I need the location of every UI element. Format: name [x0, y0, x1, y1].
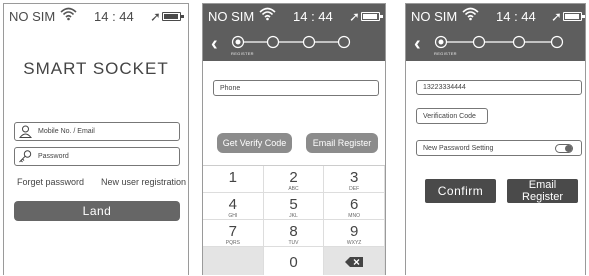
step-label: REGISTER: [434, 51, 457, 56]
app-title: SMART SOCKET: [23, 59, 169, 78]
user-icon: [18, 125, 32, 139]
key-5[interactable]: 5 JKL: [263, 193, 325, 220]
email-register-button[interactable]: Email Register: [507, 179, 578, 203]
back-arrow-icon[interactable]: ‹: [414, 33, 421, 56]
forget-password-link[interactable]: Forget password: [17, 177, 84, 187]
wifi-icon: [60, 7, 77, 24]
carrier-label: NO SIM: [208, 9, 255, 24]
step-4-dot: [550, 35, 564, 49]
step-3-dot: [302, 35, 316, 49]
phone-placeholder: Phone: [220, 84, 241, 92]
location-arrow-icon: ➚: [551, 9, 562, 24]
key-8[interactable]: 8 TUV: [263, 220, 325, 247]
get-verify-code-button[interactable]: Get Verify Code: [217, 133, 292, 153]
step-1-active: [438, 39, 444, 45]
phone-input[interactable]: 13223334444: [416, 80, 582, 95]
land-button[interactable]: Land: [14, 201, 180, 221]
status-bar: NO SIM 14 : 44 ➚: [406, 4, 585, 28]
step-2-dot: [266, 35, 280, 49]
key-2[interactable]: 2 ABC: [263, 166, 325, 193]
step-2-dot: [472, 35, 486, 49]
header-bar: ‹ REGISTER: [203, 28, 385, 61]
new-password-setting-label: New Password Setting: [423, 144, 494, 152]
new-user-registration-link[interactable]: New user registration: [101, 177, 186, 187]
key-4[interactable]: 4 GHI: [203, 193, 264, 220]
key-0[interactable]: 0: [264, 247, 325, 275]
carrier-label: NO SIM: [411, 9, 458, 24]
new-password-toggle[interactable]: [555, 144, 573, 153]
status-bar: NO SIM 14 : 44 ➚: [203, 4, 385, 28]
key-7[interactable]: 7 PQRS: [203, 220, 264, 247]
step-3-dot: [512, 35, 526, 49]
status-bar: NO SIM 14 : 44 ➚: [4, 4, 188, 28]
new-password-setting-row[interactable]: New Password Setting: [416, 140, 582, 156]
mobile-email-input[interactable]: Mobile No. / Email: [14, 122, 180, 141]
key-icon: [18, 150, 32, 164]
step-4-dot: [337, 35, 351, 49]
verification-code-input[interactable]: Verification Code: [416, 108, 488, 124]
verify-screen: NO SIM 14 : 44 ➚ ‹ REGISTER 13223334444 …: [405, 3, 586, 275]
back-arrow-icon[interactable]: ‹: [211, 33, 218, 56]
backspace-icon: [345, 256, 364, 267]
step-progress: [231, 35, 351, 49]
battery-icon: [162, 12, 184, 21]
key-blank: [203, 247, 264, 275]
location-arrow-icon: ➚: [150, 9, 161, 24]
location-arrow-icon: ➚: [349, 9, 360, 24]
battery-icon: [563, 12, 585, 21]
battery-icon: [361, 12, 383, 21]
login-screen: NO SIM 14 : 44 ➚ SMART SOCKET Mobile No.…: [3, 3, 189, 275]
clock: 14 : 44: [293, 9, 333, 24]
register-screen: NO SIM 14 : 44 ➚ ‹ REGISTER Phone Get Ve…: [202, 3, 386, 275]
confirm-button[interactable]: Confirm: [425, 179, 496, 203]
clock: 14 : 44: [94, 9, 134, 24]
wifi-icon: [462, 7, 479, 24]
step-1-active: [235, 39, 241, 45]
key-6[interactable]: 6 MNO: [324, 193, 385, 220]
phone-value: 13223334444: [423, 84, 466, 91]
numeric-keypad: 1 2 ABC 3 DEF 4 GHI 5 JKL 6 MNO 7 PQRS 8 TUV 9W…: [203, 165, 385, 275]
email-register-button[interactable]: Email Register: [306, 133, 378, 153]
key-3[interactable]: 3 DEF: [324, 166, 385, 193]
wifi-icon: [259, 7, 276, 24]
verification-code-placeholder: Verification Code: [423, 112, 476, 120]
mobile-email-placeholder: Mobile No. / Email: [38, 128, 95, 135]
phone-input[interactable]: Phone: [213, 80, 379, 96]
password-placeholder: Password: [38, 153, 69, 160]
carrier-label: NO SIM: [9, 9, 56, 24]
step-progress: [434, 35, 564, 49]
key-delete[interactable]: [324, 247, 385, 275]
step-label: REGISTER: [231, 51, 254, 56]
clock: 14 : 44: [496, 9, 536, 24]
key-9[interactable]: 9 WXYZ: [324, 220, 385, 247]
header-bar: ‹ REGISTER: [406, 28, 585, 61]
key-1[interactable]: 1: [203, 166, 264, 193]
password-input[interactable]: Password: [14, 147, 180, 166]
